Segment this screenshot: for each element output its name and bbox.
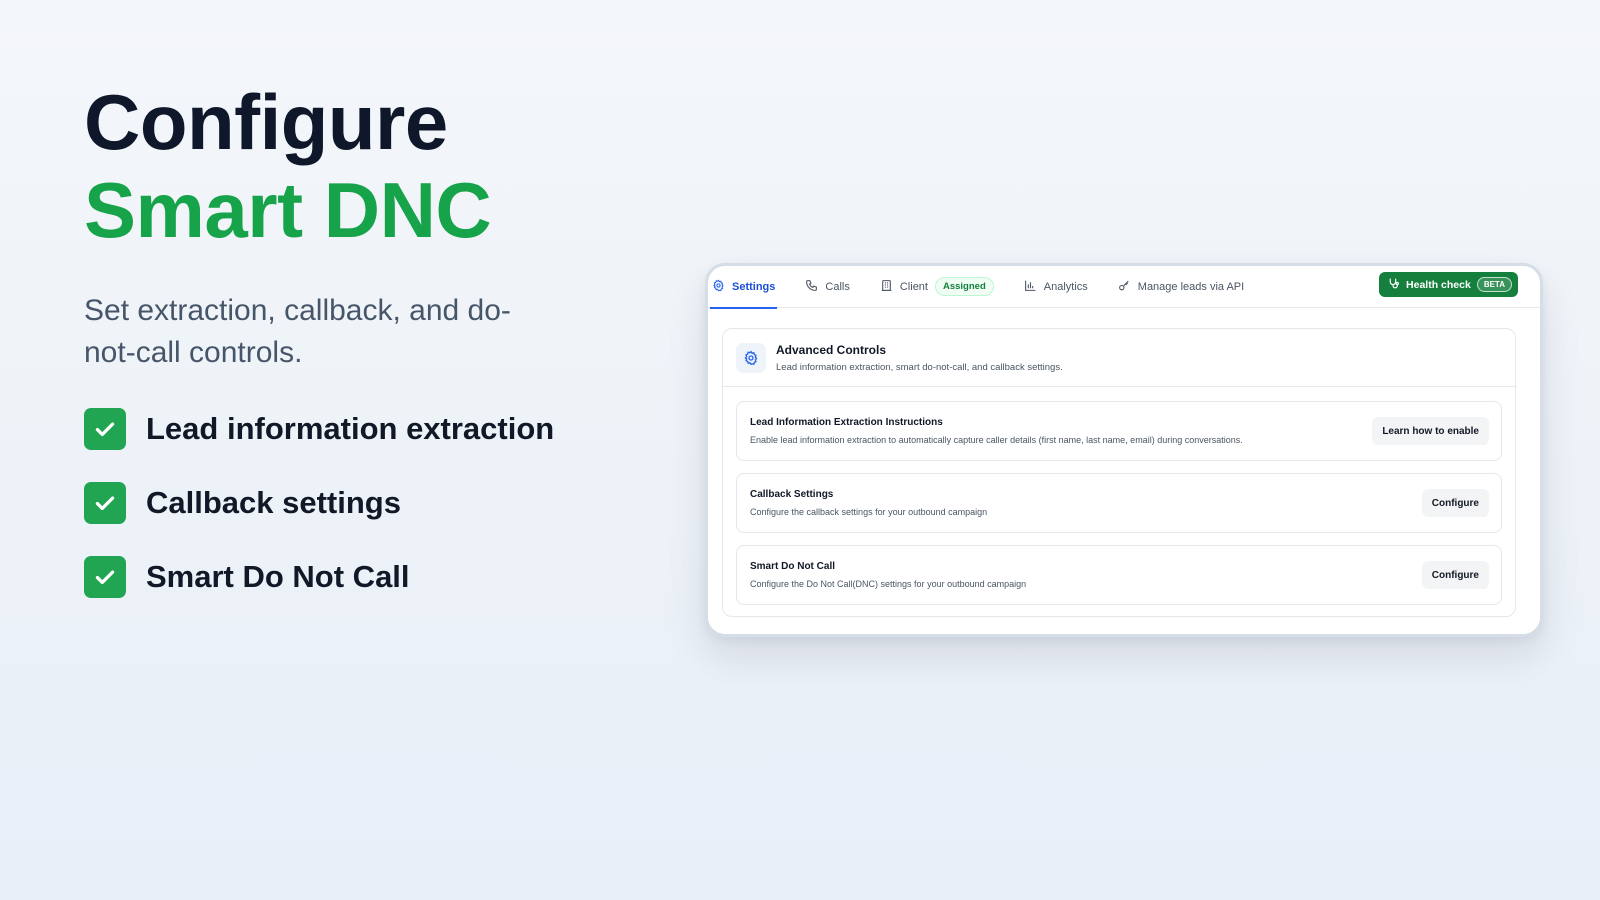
hero-title-line2: Smart DNC (84, 166, 492, 254)
feature-item: Lead information extraction (84, 408, 644, 450)
tab-label: Client (899, 280, 928, 293)
hero-section: Configure Smart DNC Set extraction, call… (84, 78, 644, 630)
row-description: Configure the Do Not Call(DNC) settings … (750, 579, 1027, 589)
row-title: Callback Settings (750, 489, 834, 500)
hero-title-line1: Configure (84, 78, 448, 166)
gear-icon (712, 279, 732, 295)
stethoscope-icon (1387, 277, 1406, 293)
gear-icon (736, 342, 766, 373)
panel-heading-text: Advanced Controls Lead information extra… (776, 343, 1063, 373)
tab-calls[interactable]: Calls (803, 266, 851, 308)
app-preview-card: Settings Calls Client Assigned Analytics (705, 263, 1543, 637)
tab-label: Analytics (1043, 280, 1088, 293)
panel-title: Advanced Controls (776, 342, 887, 357)
learn-how-to-enable-button[interactable]: Learn how to enable (1372, 417, 1489, 445)
tab-label: Settings (732, 280, 776, 293)
assigned-badge: Assigned (934, 277, 994, 296)
health-check-button[interactable]: Health check BETA (1379, 272, 1518, 297)
panel-header: Advanced Controls Lead information extra… (723, 329, 1515, 387)
tab-bar: Settings Calls Client Assigned Analytics (708, 266, 1540, 309)
bar-chart-icon (1024, 279, 1044, 295)
feature-label: Lead information extraction (146, 411, 555, 446)
feature-item: Callback settings (84, 482, 644, 524)
tab-analytics[interactable]: Analytics (1022, 266, 1090, 308)
configure-callback-button[interactable]: Configure (1421, 489, 1489, 517)
panel-description: Lead information extraction, smart do-no… (776, 361, 1063, 373)
tab-client[interactable]: Client Assigned (878, 266, 996, 308)
setting-row-lead-extraction: Lead Information Extraction Instructions… (736, 401, 1502, 461)
row-description: Configure the callback settings for your… (750, 507, 988, 517)
feature-item: Smart Do Not Call (84, 556, 644, 598)
phone-icon (805, 279, 825, 295)
tab-label: Calls (825, 280, 850, 293)
health-check-label: Health check (1406, 278, 1471, 291)
hero-subtitle: Set extraction, callback, and do-not-cal… (84, 294, 511, 369)
feature-label: Callback settings (146, 485, 401, 520)
check-icon (84, 482, 126, 524)
key-icon (1118, 279, 1138, 295)
configure-dnc-button[interactable]: Configure (1421, 561, 1489, 589)
check-icon (84, 408, 126, 450)
tab-manage-leads-api[interactable]: Manage leads via API (1116, 266, 1246, 308)
tab-label: Manage leads via API (1137, 280, 1245, 293)
setting-row-smart-dnc: Smart Do Not Call Configure the Do Not C… (736, 545, 1502, 605)
row-text: Lead Information Extraction Instructions… (750, 417, 1372, 445)
check-icon (84, 556, 126, 598)
row-title: Lead Information Extraction Instructions (750, 417, 943, 428)
tab-settings[interactable]: Settings (710, 266, 778, 309)
building-icon (880, 279, 900, 295)
row-text: Callback Settings Configure the callback… (750, 489, 1422, 517)
row-description: Enable lead information extraction to au… (750, 435, 1243, 445)
row-title: Smart Do Not Call (750, 561, 836, 572)
advanced-controls-panel: Advanced Controls Lead information extra… (722, 328, 1516, 617)
setting-row-callback: Callback Settings Configure the callback… (736, 473, 1502, 533)
row-text: Smart Do Not Call Configure the Do Not C… (750, 561, 1422, 589)
beta-badge: BETA (1476, 277, 1512, 292)
feature-label: Smart Do Not Call (146, 559, 410, 594)
feature-list: Lead information extraction Callback set… (84, 408, 644, 598)
